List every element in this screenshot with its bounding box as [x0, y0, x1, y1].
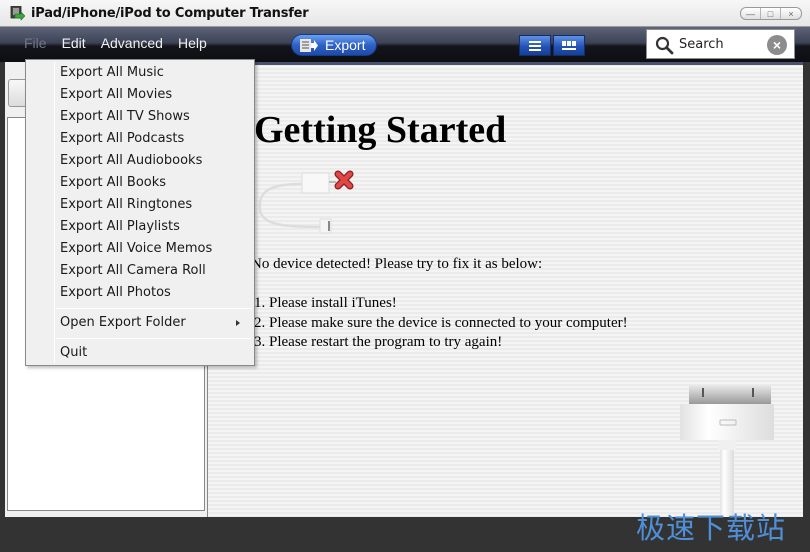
menu-bar: File Edit Advanced Help	[24, 35, 222, 51]
menu-help[interactable]: Help	[178, 35, 207, 51]
window-title: iPad/iPhone/iPod to Computer Transfer	[31, 6, 309, 21]
menu-item-export-camera-roll[interactable]: Export All Camera Roll	[60, 260, 250, 282]
menu-item-export-music[interactable]: Export All Music	[60, 62, 250, 84]
maximize-button[interactable]: □	[761, 8, 781, 19]
search-box[interactable]: Search ×	[646, 29, 795, 59]
menu-item-export-movies[interactable]: Export All Movies	[60, 84, 250, 106]
menu-advanced[interactable]: Advanced	[101, 35, 163, 51]
grid-view-button[interactable]	[553, 35, 585, 56]
search-input[interactable]: Search	[679, 37, 724, 52]
disconnected-cable-icon	[258, 170, 354, 234]
submenu-arrow-icon	[236, 320, 240, 326]
step-item: 2. Please make sure the device is connec…	[254, 314, 628, 331]
clear-search-icon[interactable]: ×	[767, 35, 787, 55]
dock-connector-image	[680, 384, 774, 517]
title-bar: iPad/iPhone/iPod to Computer Transfer — …	[0, 0, 810, 27]
menu-item-export-books[interactable]: Export All Books	[60, 172, 250, 194]
file-menu-dropdown: Export All Music Export All Movies Expor…	[25, 59, 255, 366]
window-controls: — □ ×	[740, 7, 802, 20]
error-x-icon	[334, 170, 354, 190]
page-title: Getting Started	[254, 109, 507, 151]
export-button[interactable]: Export	[291, 34, 377, 56]
no-device-message: No device detected! Please try to fix it…	[251, 256, 543, 272]
menu-item-quit[interactable]: Quit	[60, 342, 250, 364]
export-icon	[300, 38, 318, 52]
menu-item-open-export-folder[interactable]: Open Export Folder	[60, 312, 250, 334]
menu-item-export-playlists[interactable]: Export All Playlists	[60, 216, 250, 238]
grid-icon	[562, 40, 576, 50]
menu-separator	[56, 308, 251, 309]
panel-top-border	[208, 62, 803, 65]
step-item: 3. Please restart the program to try aga…	[254, 334, 503, 350]
menu-separator	[56, 338, 251, 339]
watermark-text: 极速下载站	[636, 511, 787, 545]
menu-edit[interactable]: Edit	[62, 35, 86, 51]
toolbar: File Edit Advanced Help Export Search ×	[0, 27, 810, 62]
search-icon	[655, 36, 674, 55]
menu-item-export-photos[interactable]: Export All Photos	[60, 282, 250, 304]
close-button[interactable]: ×	[781, 8, 801, 19]
menu-item-export-audiobooks[interactable]: Export All Audiobooks	[60, 150, 250, 172]
troubleshoot-steps: 1. Please install iTunes! 2. Please make…	[254, 294, 628, 353]
menu-item-export-voice-memos[interactable]: Export All Voice Memos	[60, 238, 250, 260]
minimize-button[interactable]: —	[741, 8, 761, 19]
open-export-folder-label: Open Export Folder	[60, 315, 186, 330]
main-panel: Getting Started No device detected! Plea…	[207, 62, 803, 517]
menu-item-export-ringtones[interactable]: Export All Ringtones	[60, 194, 250, 216]
menu-item-export-podcasts[interactable]: Export All Podcasts	[60, 128, 250, 150]
menu-file[interactable]: File	[24, 35, 47, 51]
view-toggle	[519, 35, 585, 56]
list-icon	[529, 40, 541, 51]
app-icon	[10, 6, 25, 21]
step-item: 1. Please install iTunes!	[254, 295, 397, 311]
export-label: Export	[325, 37, 366, 53]
menu-item-export-tv-shows[interactable]: Export All TV Shows	[60, 106, 250, 128]
menu-gutter	[54, 62, 55, 363]
list-view-button[interactable]	[519, 35, 551, 56]
